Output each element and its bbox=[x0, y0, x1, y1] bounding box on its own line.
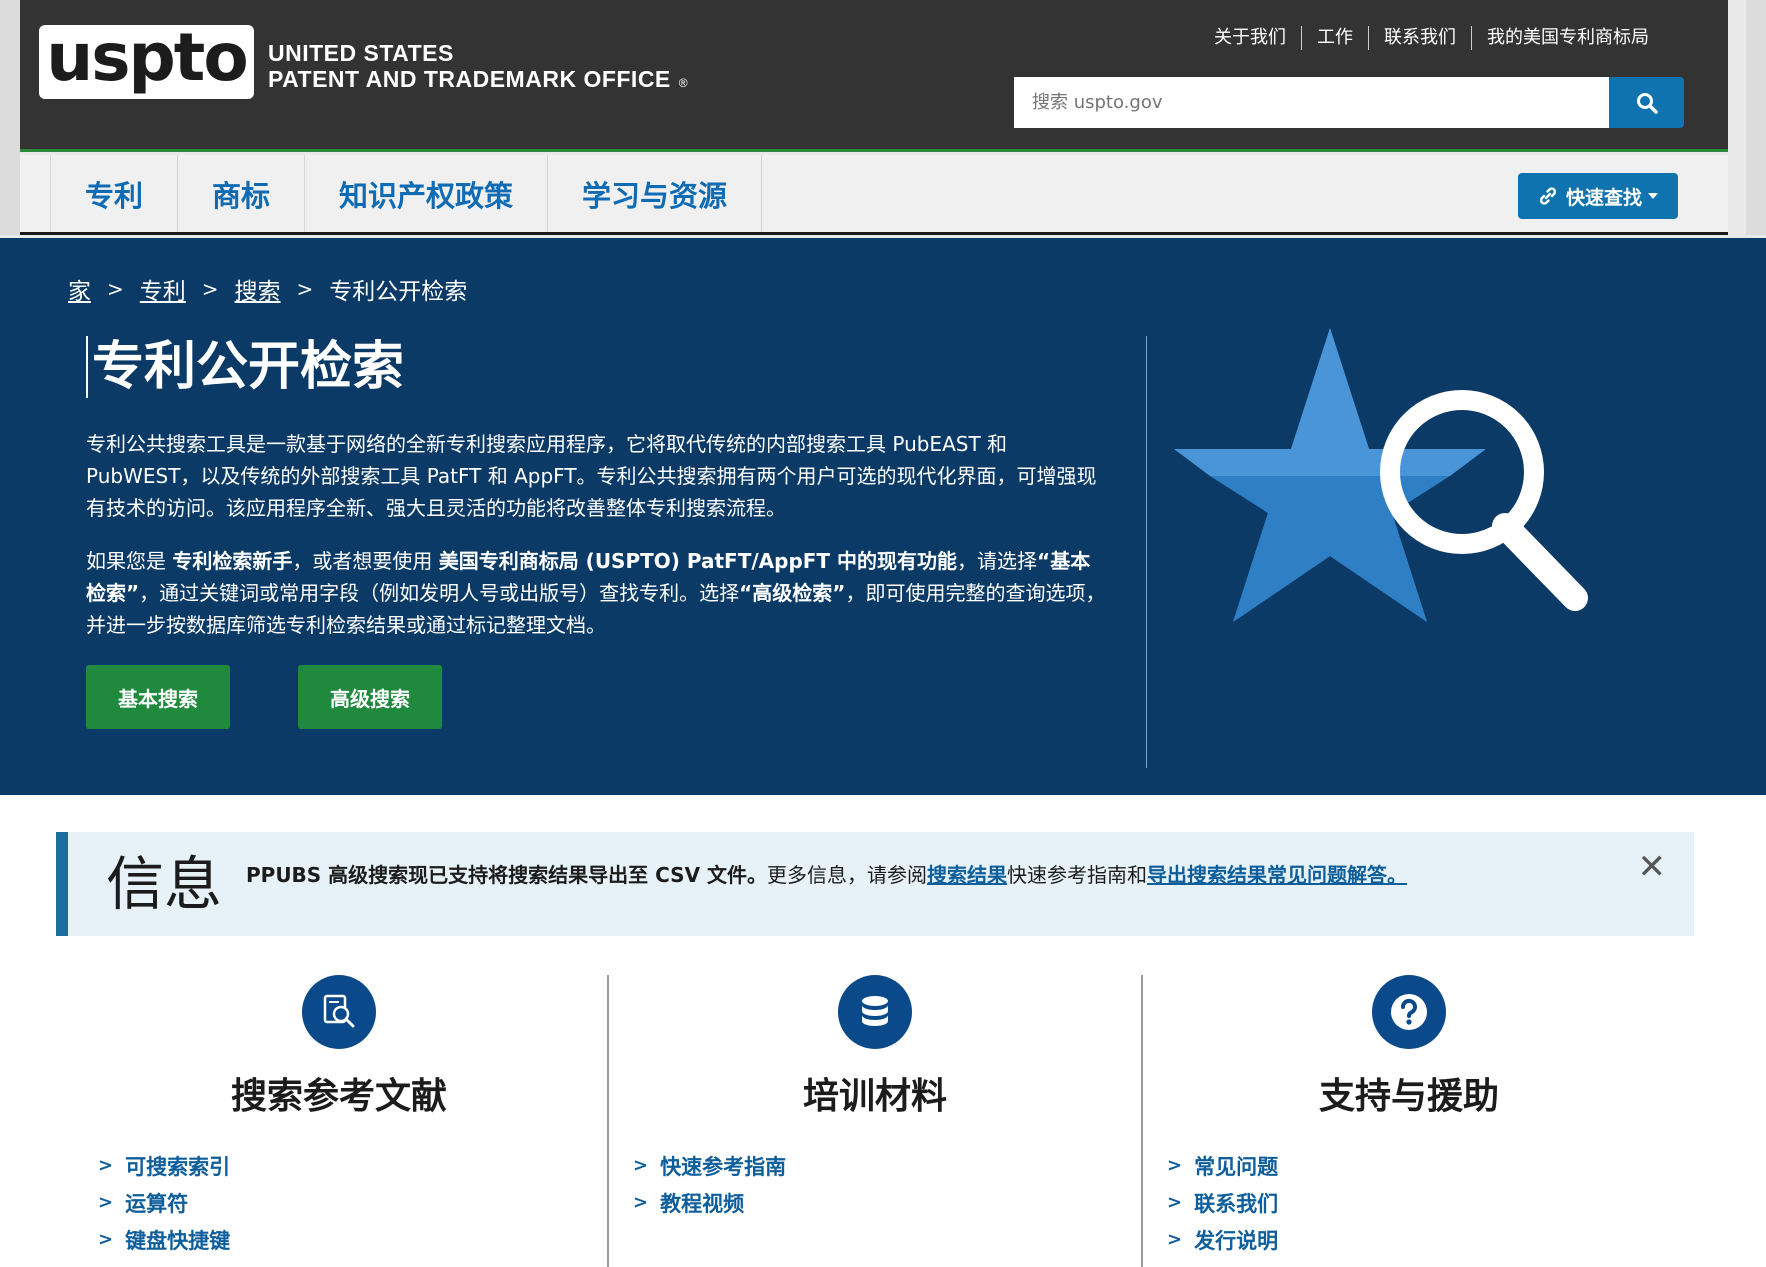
column-support: 支持与援助 > 常见问题 > 联系我们 > 发行说明 bbox=[1141, 975, 1675, 1267]
column-title: 支持与援助 bbox=[1318, 1075, 1499, 1117]
util-link-jobs[interactable]: 工作 bbox=[1301, 26, 1368, 50]
breadcrumb-search[interactable]: 搜索 bbox=[235, 272, 281, 306]
database-icon bbox=[838, 975, 912, 1049]
uspto-logo[interactable]: uspto bbox=[39, 25, 254, 99]
link-list: > 快速参考指南 > 教程视频 bbox=[633, 1147, 786, 1221]
list-item[interactable]: > 键盘快捷键 bbox=[98, 1221, 230, 1258]
site-search bbox=[1014, 77, 1684, 128]
main-nav: 专利 商标 知识产权政策 学习与资源 快速查找 bbox=[20, 155, 1728, 235]
search-icon bbox=[1636, 92, 1658, 114]
util-link-myuspto[interactable]: 我的美国专利商标局 bbox=[1471, 26, 1664, 50]
advanced-search-button[interactable]: 高级搜索 bbox=[298, 665, 442, 729]
registered-mark: ® bbox=[678, 76, 689, 90]
site-header: uspto UNITED STATES PATENT AND TRADEMARK… bbox=[20, 0, 1728, 152]
chevron-right-icon: > bbox=[1167, 1192, 1183, 1213]
chevron-right-icon: > bbox=[1167, 1155, 1183, 1176]
text-bold: “高级检索” bbox=[739, 581, 846, 605]
breadcrumb-current: 专利公开检索 bbox=[329, 279, 468, 305]
breadcrumb-separator: > bbox=[201, 277, 219, 301]
link-label: 联系我们 bbox=[1194, 1191, 1279, 1216]
text-span: 如果您是 bbox=[86, 549, 173, 573]
info-alert: 信息 PPUBS 高级搜索现已支持将搜索结果导出至 CSV 文件。更多信息，请参… bbox=[56, 832, 1694, 936]
link-list: > 可搜索索引 > 运算符 > 键盘快捷键 bbox=[98, 1147, 230, 1258]
nav-item-ip-policy[interactable]: 知识产权政策 bbox=[305, 155, 549, 232]
breadcrumb-patents[interactable]: 专利 bbox=[140, 272, 186, 306]
text-span: 快速参考指南和 bbox=[1007, 863, 1148, 887]
export-faq-link[interactable]: 导出搜索结果常见问题解答。 bbox=[1147, 863, 1407, 887]
close-icon[interactable]: ✕ bbox=[1638, 850, 1667, 884]
search-results-link[interactable]: 搜索结果 bbox=[927, 863, 1007, 887]
list-item[interactable]: > 联系我们 bbox=[1167, 1184, 1278, 1221]
text-span: ，请选择 bbox=[957, 549, 1038, 573]
basic-search-button[interactable]: 基本搜索 bbox=[86, 665, 230, 729]
text-span: ，通过关键词或常用字段（例如发明人号或出版号）查找专利。选择 bbox=[139, 581, 740, 605]
list-item[interactable]: > 常见问题 bbox=[1167, 1147, 1278, 1184]
chevron-right-icon: > bbox=[98, 1192, 114, 1213]
column-title: 培训材料 bbox=[802, 1075, 947, 1117]
chevron-right-icon: > bbox=[98, 1229, 114, 1250]
quick-find-button[interactable]: 快速查找 bbox=[1518, 173, 1678, 219]
link-list: > 常见问题 > 联系我们 > 发行说明 bbox=[1167, 1147, 1278, 1258]
hero-section: 家 > 专利 > 搜索 > 专利公开检索 专利公开检索 专利公共搜索工具是一款基… bbox=[0, 238, 1766, 795]
breadcrumb-separator: > bbox=[107, 277, 124, 301]
link-icon bbox=[1539, 187, 1557, 205]
list-item[interactable]: > 可搜索索引 bbox=[98, 1147, 230, 1184]
search-document-icon bbox=[302, 975, 376, 1049]
list-item[interactable]: > 运算符 bbox=[98, 1184, 230, 1221]
hero-divider bbox=[1146, 336, 1147, 768]
question-icon bbox=[1372, 975, 1446, 1049]
page-title: 专利公开检索 bbox=[86, 336, 404, 398]
breadcrumb-home[interactable]: 家 bbox=[68, 272, 91, 306]
text-bold: 美国专利商标局 (USPTO) PatFT/AppFT 中的现有功能 bbox=[438, 549, 958, 573]
breadcrumb: 家 > 专利 > 搜索 > 专利公开检索 bbox=[68, 272, 467, 306]
logo-wordmark: uspto bbox=[46, 19, 248, 96]
link-label: 可搜索索引 bbox=[125, 1154, 231, 1179]
org-name: UNITED STATES PATENT AND TRADEMARK OFFIC… bbox=[268, 40, 688, 96]
list-item[interactable]: > 教程视频 bbox=[633, 1184, 786, 1221]
chevron-right-icon: > bbox=[633, 1155, 649, 1176]
link-label: 教程视频 bbox=[660, 1191, 745, 1216]
hero-instructions: 如果您是 专利检索新手，或者想要使用 美国专利商标局 (USPTO) PatFT… bbox=[86, 545, 1106, 641]
link-label: 常见问题 bbox=[1194, 1154, 1279, 1179]
right-margin-texture bbox=[1746, 0, 1766, 235]
text-span: ，或者想要使用 bbox=[292, 549, 439, 573]
util-link-about[interactable]: 关于我们 bbox=[1199, 26, 1301, 50]
link-label: 快速参考指南 bbox=[660, 1154, 787, 1179]
info-bold-text: PPUBS 高级搜索现已支持将搜索结果导出至 CSV 文件。 bbox=[246, 863, 768, 887]
nav-item-learning[interactable]: 学习与资源 bbox=[548, 155, 763, 232]
util-link-contact[interactable]: 联系我们 bbox=[1368, 26, 1471, 50]
info-title: 信息 bbox=[106, 850, 223, 918]
chevron-right-icon: > bbox=[1167, 1229, 1183, 1250]
breadcrumb-separator: > bbox=[296, 277, 314, 301]
column-title: 搜索参考文献 bbox=[230, 1075, 447, 1117]
left-margin-texture bbox=[0, 0, 20, 235]
nav-item-patents[interactable]: 专利 bbox=[51, 155, 179, 232]
org-name-line1: UNITED STATES bbox=[268, 40, 454, 66]
star-magnifier-icon bbox=[1174, 328, 1588, 622]
list-item[interactable]: > 快速参考指南 bbox=[633, 1147, 786, 1184]
search-button[interactable] bbox=[1609, 77, 1684, 128]
hero-description: 专利公共搜索工具是一款基于网络的全新专利搜索应用程序，它将取代传统的内部搜索工具… bbox=[86, 432, 1097, 520]
nav-item-trademarks[interactable]: 商标 bbox=[178, 155, 306, 232]
chevron-right-icon: > bbox=[98, 1155, 114, 1176]
utility-nav: 关于我们 工作 联系我们 我的美国专利商标局 bbox=[1199, 26, 1664, 50]
link-label: 键盘快捷键 bbox=[125, 1228, 231, 1253]
quick-find-label: 快速查找 bbox=[1565, 186, 1642, 209]
list-item[interactable]: > 发行说明 bbox=[1167, 1221, 1278, 1258]
chevron-down-icon bbox=[1648, 193, 1658, 199]
column-search-references: 搜索参考文献 > 可搜索索引 > 运算符 > 键盘快捷键 bbox=[72, 975, 606, 1267]
search-input[interactable] bbox=[1014, 77, 1609, 128]
info-message: PPUBS 高级搜索现已支持将搜索结果导出至 CSV 文件。更多信息，请参阅搜索… bbox=[246, 860, 1407, 890]
text-bold: 专利检索新手 bbox=[172, 549, 293, 573]
link-label: 运算符 bbox=[125, 1191, 189, 1216]
column-training-materials: 培训材料 > 快速参考指南 > 教程视频 bbox=[607, 975, 1141, 1267]
org-name-line2: PATENT AND TRADEMARK OFFICE bbox=[268, 66, 671, 92]
link-label: 发行说明 bbox=[1194, 1228, 1279, 1253]
chevron-right-icon: > bbox=[633, 1192, 649, 1213]
text-span: 更多信息，请参阅 bbox=[767, 863, 928, 887]
